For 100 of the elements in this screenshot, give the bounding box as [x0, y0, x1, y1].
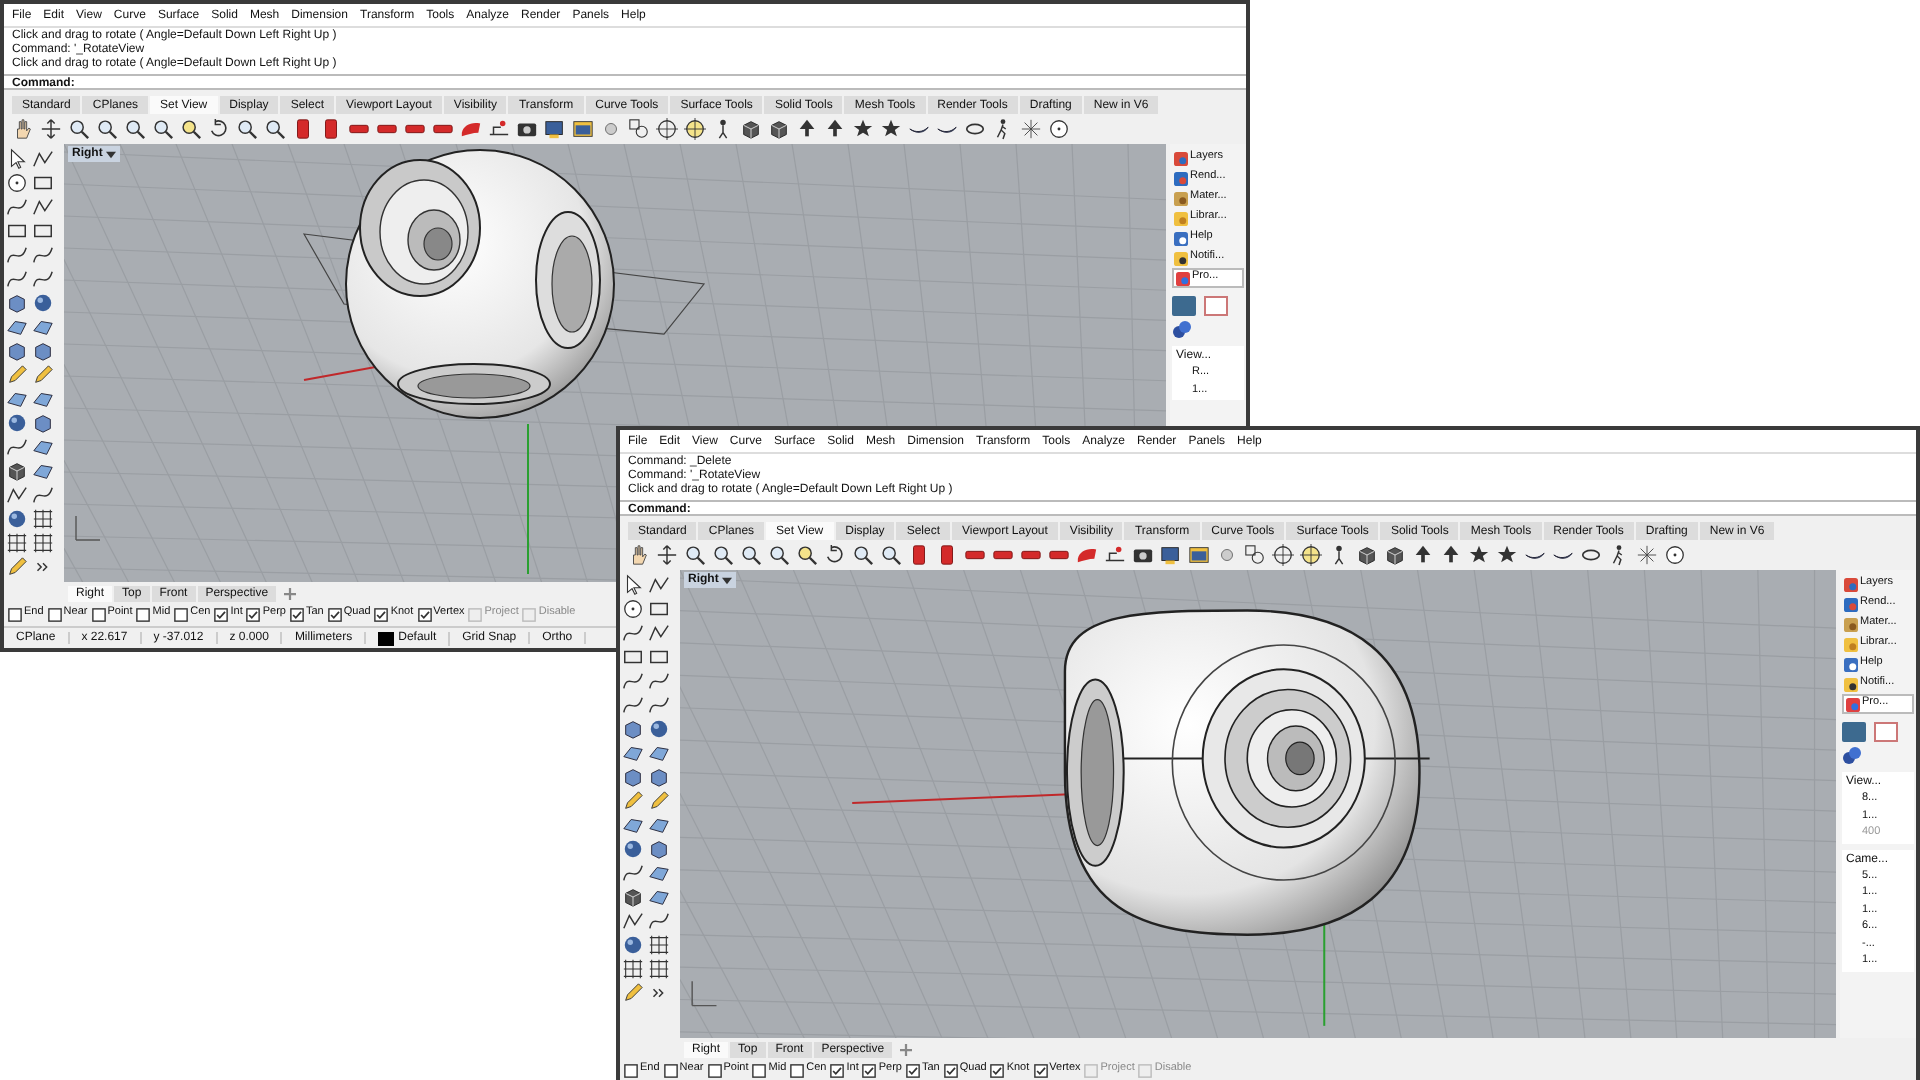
caret-icon[interactable] — [722, 575, 733, 585]
camera-icon[interactable] — [516, 118, 538, 140]
checkbox[interactable] — [1033, 1063, 1048, 1077]
grid-icon[interactable] — [6, 532, 28, 554]
linked-circles-icon[interactable] — [1842, 746, 1862, 766]
checkbox[interactable] — [174, 607, 189, 621]
checkbox[interactable] — [327, 607, 342, 621]
surface-icon[interactable] — [648, 742, 670, 764]
surface-icon[interactable] — [622, 814, 644, 836]
circle-icon[interactable] — [1048, 118, 1070, 140]
magnifier-icon[interactable] — [68, 118, 90, 140]
magnifier-icon[interactable] — [152, 118, 174, 140]
folder-icon[interactable] — [572, 118, 594, 140]
circle-icon[interactable] — [6, 172, 28, 194]
cube-icon[interactable] — [6, 460, 28, 482]
checkbox[interactable] — [624, 1063, 638, 1077]
folder-icon[interactable] — [1188, 544, 1210, 566]
rectangle-button[interactable] — [1874, 722, 1898, 742]
curve-icon[interactable] — [6, 244, 28, 266]
surface-icon[interactable] — [648, 814, 670, 836]
linked-circles-icon[interactable] — [1172, 320, 1192, 340]
cube-icon[interactable] — [1356, 544, 1378, 566]
sparkle-icon[interactable] — [1636, 544, 1658, 566]
circle-icon[interactable] — [622, 598, 644, 620]
surface-icon[interactable] — [32, 388, 54, 410]
magnifier-icon[interactable] — [796, 544, 818, 566]
block-icon[interactable] — [908, 544, 930, 566]
checkbox[interactable] — [246, 607, 261, 621]
pointer-icon[interactable] — [6, 148, 28, 170]
target-icon[interactable] — [656, 118, 678, 140]
magnifier-icon[interactable] — [96, 118, 118, 140]
surface-icon[interactable] — [32, 436, 54, 458]
pencil-icon[interactable] — [648, 790, 670, 812]
rectangle-icon[interactable] — [32, 220, 54, 242]
curve-icon[interactable] — [32, 268, 54, 290]
star-icon[interactable] — [852, 118, 874, 140]
add-tab-icon[interactable] — [284, 587, 297, 599]
rectangle-icon[interactable] — [32, 172, 54, 194]
target-icon[interactable] — [1272, 544, 1294, 566]
checkbox[interactable] — [943, 1063, 958, 1077]
star-icon[interactable] — [880, 118, 902, 140]
monitor-icon[interactable] — [1160, 544, 1182, 566]
curved-block-icon[interactable] — [1076, 544, 1098, 566]
sparkle-icon[interactable] — [1020, 118, 1042, 140]
sphere-icon[interactable] — [6, 508, 28, 530]
sphere-icon[interactable] — [648, 718, 670, 740]
polyline-icon[interactable] — [6, 484, 28, 506]
cube-icon[interactable] — [740, 118, 762, 140]
caret-icon[interactable] — [106, 149, 117, 159]
rectangle-icon[interactable] — [622, 646, 644, 668]
cube-icon[interactable] — [1384, 544, 1406, 566]
curve-icon[interactable] — [648, 694, 670, 716]
rectangle-button[interactable] — [1204, 296, 1228, 316]
add-tab-icon[interactable] — [900, 1043, 913, 1055]
checkbox[interactable] — [990, 1063, 1005, 1077]
monitor-icon[interactable] — [544, 118, 566, 140]
magnifier-icon[interactable] — [712, 544, 734, 566]
checkbox[interactable] — [374, 607, 389, 621]
polyline-icon[interactable] — [32, 196, 54, 218]
move-arrows-icon[interactable] — [40, 118, 62, 140]
pointer-icon[interactable] — [622, 574, 644, 596]
hand-icon[interactable] — [12, 118, 34, 140]
surface-icon[interactable] — [6, 316, 28, 338]
target-icon[interactable] — [1300, 544, 1322, 566]
shapes-icon[interactable] — [628, 118, 650, 140]
curve-icon[interactable] — [648, 670, 670, 692]
checkbox[interactable] — [752, 1063, 767, 1077]
curve-icon[interactable] — [622, 862, 644, 884]
magnifier-icon[interactable] — [264, 118, 286, 140]
circle-icon[interactable] — [1664, 544, 1686, 566]
grid-icon[interactable] — [622, 958, 644, 980]
checkbox[interactable] — [663, 1063, 678, 1077]
surface-icon[interactable] — [648, 886, 670, 908]
magnifier-icon[interactable] — [236, 118, 258, 140]
curve-icon[interactable] — [622, 622, 644, 644]
rotate-icon[interactable] — [824, 544, 846, 566]
checkbox[interactable] — [214, 607, 229, 621]
curve-icon[interactable] — [622, 694, 644, 716]
move-arrows-icon[interactable] — [656, 544, 678, 566]
curve-icon[interactable] — [6, 268, 28, 290]
magnifier-icon[interactable] — [684, 544, 706, 566]
pencil-icon[interactable] — [6, 556, 28, 578]
pencil-icon[interactable] — [622, 790, 644, 812]
surface-icon[interactable] — [622, 742, 644, 764]
curve-icon[interactable] — [648, 910, 670, 932]
shapes-icon[interactable] — [1244, 544, 1266, 566]
magnifier-icon[interactable] — [124, 118, 146, 140]
curve-icon[interactable] — [32, 244, 54, 266]
sphere-icon[interactable] — [622, 934, 644, 956]
checkbox[interactable] — [830, 1063, 845, 1077]
cube-icon[interactable] — [768, 118, 790, 140]
polyline-icon[interactable] — [648, 574, 670, 596]
camera-icon[interactable] — [1132, 544, 1154, 566]
grid-icon[interactable] — [32, 508, 54, 530]
surface-icon[interactable] — [648, 862, 670, 884]
rotate-icon[interactable] — [208, 118, 230, 140]
grid-icon[interactable] — [648, 934, 670, 956]
checkbox[interactable] — [905, 1063, 920, 1077]
block-icon[interactable] — [292, 118, 314, 140]
pencil-icon[interactable] — [622, 982, 644, 1004]
